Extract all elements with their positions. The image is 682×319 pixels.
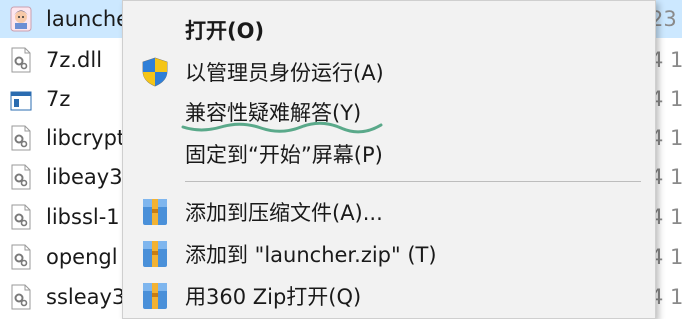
exe-window-icon: [10, 91, 32, 111]
highlight-underline: [181, 121, 383, 134]
menu-label: 打开(O): [185, 19, 265, 43]
dll-file-icon: [11, 47, 31, 73]
menu-label: 添加到 "launcher.zip" (T): [185, 243, 437, 267]
archive-icon: [143, 199, 167, 225]
dll-file-icon: [11, 284, 31, 310]
file-name: 7z: [46, 87, 71, 111]
menu-item-open-with-360zip[interactable]: 用360 Zip打开(Q): [123, 277, 655, 317]
menu-item-add-to-zip[interactable]: 添加到 "launcher.zip" (T): [123, 235, 655, 275]
dll-file-icon: [11, 125, 31, 151]
archive-icon: [143, 241, 167, 267]
dll-file-icon: [11, 244, 31, 270]
menu-separator: [185, 181, 641, 182]
dll-file-icon: [11, 204, 31, 230]
file-name: 7z.dll: [46, 48, 103, 72]
file-name: opengl: [46, 245, 118, 269]
menu-label: 用360 Zip打开(Q): [185, 285, 362, 309]
uac-shield-icon: [142, 57, 168, 87]
menu-item-open[interactable]: 打开(O): [123, 13, 655, 53]
menu-label: 固定到“开始”屏幕(P): [185, 143, 383, 167]
menu-item-pin-to-start[interactable]: 固定到“开始”屏幕(P): [123, 137, 655, 177]
context-menu: 打开(O) 以管理员身份运行(A) 兼容性疑难解答(Y) 固定到“开始”屏幕(P…: [122, 0, 656, 319]
menu-item-add-to-archive[interactable]: 添加到压缩文件(A)...: [123, 193, 655, 233]
dll-file-icon: [11, 164, 31, 190]
menu-item-run-as-admin[interactable]: 以管理员身份运行(A): [123, 53, 655, 93]
menu-label: 以管理员身份运行(A): [185, 61, 384, 85]
archive-icon: [143, 283, 167, 309]
file-name: libssl-1: [46, 205, 120, 229]
launcher-app-icon: [10, 6, 32, 32]
menu-label: 添加到压缩文件(A)...: [185, 201, 383, 225]
